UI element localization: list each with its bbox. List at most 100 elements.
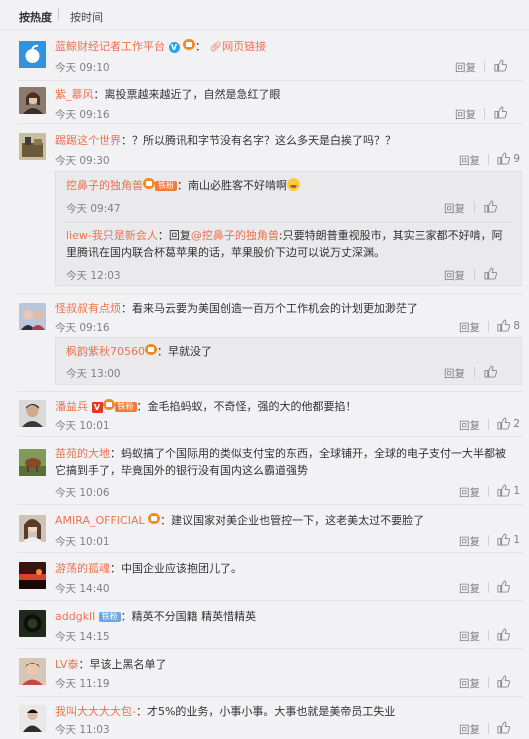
reply-button[interactable]: 回复 — [459, 534, 480, 549]
comment-item: 苗苑的大地：蚂蚁搞了个国际用的类似支付宝的东西，全球铺开，全球的电子支付一大半都… — [0, 437, 529, 504]
like-button[interactable] — [484, 200, 497, 213]
comment-text: ：建议国家对美企业也管控一下，这老美太过不要脸了 — [160, 514, 425, 527]
sub-comments: 枫韵紫秋70560 ：早就没了 今天 13:00 回复 — [55, 337, 522, 385]
username[interactable]: LV泰 — [55, 658, 78, 671]
reply-button[interactable]: 回复 — [444, 201, 465, 216]
avatar[interactable] — [19, 449, 46, 476]
reply-button[interactable]: 回复 — [455, 107, 476, 122]
like-button[interactable]: 8 — [497, 319, 520, 332]
action-divider — [488, 582, 489, 593]
comment-item: 我叫大大大大包-：才5%的业务，小事小事。大事也就是美帝员工失业 今天 11:0… — [0, 697, 529, 739]
like-button[interactable] — [497, 721, 510, 734]
thumbs-up-icon — [497, 319, 510, 332]
username[interactable]: 我叫大大大大包- — [55, 705, 136, 718]
avatar[interactable] — [19, 400, 46, 427]
reply-button[interactable]: 回复 — [459, 581, 480, 596]
sub-username[interactable]: liew-我只是新会人 — [66, 229, 158, 242]
action-divider — [488, 154, 489, 165]
sub-username[interactable]: 枫韵紫秋70560 — [66, 345, 145, 358]
comment-text: ：离投票越来越近了，自然是急红了眼 — [93, 88, 281, 101]
reply-button[interactable]: 回复 — [459, 485, 480, 500]
comment-text: ：金毛掐蚂蚁，不奇怪，强的大的他都要掐！ — [136, 400, 357, 413]
sub-comments: 挖鼻子的独角兽 铁粉 ：南山必胜客不好啃啊 今天 09:47 回复 liew-我只是… — [55, 171, 522, 286]
thumbs-up-icon — [497, 628, 510, 641]
avatar[interactable] — [19, 87, 46, 114]
username[interactable]: 蓝鲸财经记者工作平台 — [55, 40, 165, 53]
avatar[interactable] — [19, 41, 46, 68]
comment-time: 今天 09:16 — [55, 322, 110, 334]
like-button[interactable] — [494, 59, 507, 72]
reply-button[interactable]: 回复 — [444, 268, 465, 283]
vip-badge — [148, 513, 161, 524]
username[interactable]: 怪叔叔有点烦 — [55, 302, 121, 315]
username[interactable]: 游荡的孤魂 — [55, 562, 110, 575]
thumbs-up-icon — [494, 59, 507, 72]
thumbs-up-icon — [497, 484, 510, 497]
like-count: 9 — [513, 153, 521, 165]
action-divider — [474, 367, 475, 378]
like-button[interactable]: 2 — [497, 417, 520, 430]
comment-time: 今天 09:30 — [55, 155, 110, 167]
sub-comment-time: 今天 12:03 — [66, 270, 121, 282]
avatar[interactable] — [19, 562, 46, 589]
reply-button[interactable]: 回复 — [459, 676, 480, 691]
like-button[interactable] — [497, 580, 510, 593]
username[interactable]: addgkll — [55, 610, 95, 623]
action-divider — [484, 108, 485, 119]
like-button[interactable] — [494, 106, 507, 119]
thumbs-up-icon — [484, 267, 497, 280]
thumbs-up-icon — [497, 580, 510, 593]
avatar[interactable] — [19, 705, 46, 732]
sort-by-hot-tab[interactable]: 按热度 — [19, 9, 52, 25]
avatar[interactable] — [19, 303, 46, 330]
username[interactable]: 踢踢这个世界 — [55, 134, 121, 147]
action-divider — [474, 202, 475, 213]
fan-tag: 铁粉 — [155, 181, 177, 191]
vip-badge — [102, 399, 115, 410]
reply-button[interactable]: 回复 — [459, 320, 480, 335]
like-button[interactable] — [484, 365, 497, 378]
username[interactable]: 潘益兵 — [55, 400, 88, 413]
sub-username[interactable]: 挖鼻子的独角兽 — [66, 179, 143, 192]
thumbs-up-icon — [484, 365, 497, 378]
link-icon: 🔗︎ — [209, 42, 223, 53]
username[interactable]: 紫_慕风 — [55, 88, 94, 101]
action-divider — [488, 630, 489, 641]
sub-comment-text: ：南山必胜客不好啃啊 — [177, 179, 287, 192]
username[interactable]: 苗苑的大地 — [55, 447, 110, 460]
comment-text: ：精英不分国籍 精英惜精英 — [120, 610, 257, 623]
avatar[interactable] — [19, 515, 46, 542]
like-count: 1 — [513, 534, 521, 546]
comment-text: ：？所以腾讯和字节没有名字？这么多天是白挨了吗？？ — [121, 134, 396, 147]
sort-bar: 按热度 按时间 — [0, 0, 529, 30]
like-button[interactable]: 1 — [497, 533, 520, 546]
comment-separator: ： — [195, 40, 206, 53]
reply-button[interactable]: 回复 — [455, 60, 476, 75]
thumbs-up-icon — [497, 533, 510, 546]
reply-button[interactable]: 回复 — [444, 366, 465, 381]
mention-link[interactable]: @挖鼻子的独角兽 — [191, 229, 279, 242]
like-button[interactable] — [497, 628, 510, 641]
sub-comment-time: 今天 09:47 — [66, 203, 121, 215]
reply-button[interactable]: 回复 — [459, 418, 480, 433]
avatar[interactable] — [19, 133, 46, 160]
verified-badge: V — [91, 402, 103, 413]
like-button[interactable] — [497, 675, 510, 688]
like-button[interactable] — [484, 267, 497, 280]
action-divider — [474, 269, 475, 280]
sort-by-time-tab[interactable]: 按时间 — [70, 9, 103, 25]
fan-tag: 铁粉 — [114, 402, 137, 412]
avatar[interactable] — [19, 610, 46, 637]
fan-tag: 铁粉 — [98, 612, 121, 622]
reply-button[interactable]: 回复 — [459, 153, 480, 168]
web-link[interactable]: 网页链接 — [222, 40, 266, 53]
username[interactable]: AMIRA_OFFICIAL — [55, 514, 145, 527]
comment-time: 今天 10:06 — [55, 487, 110, 499]
reply-button[interactable]: 回复 — [459, 629, 480, 644]
avatar[interactable] — [19, 658, 46, 685]
like-button[interactable]: 1 — [497, 484, 520, 497]
reply-button[interactable]: 回复 — [459, 722, 480, 737]
like-button[interactable]: 9 — [497, 152, 520, 165]
vip-badge — [143, 178, 155, 189]
action-divider — [488, 677, 489, 688]
